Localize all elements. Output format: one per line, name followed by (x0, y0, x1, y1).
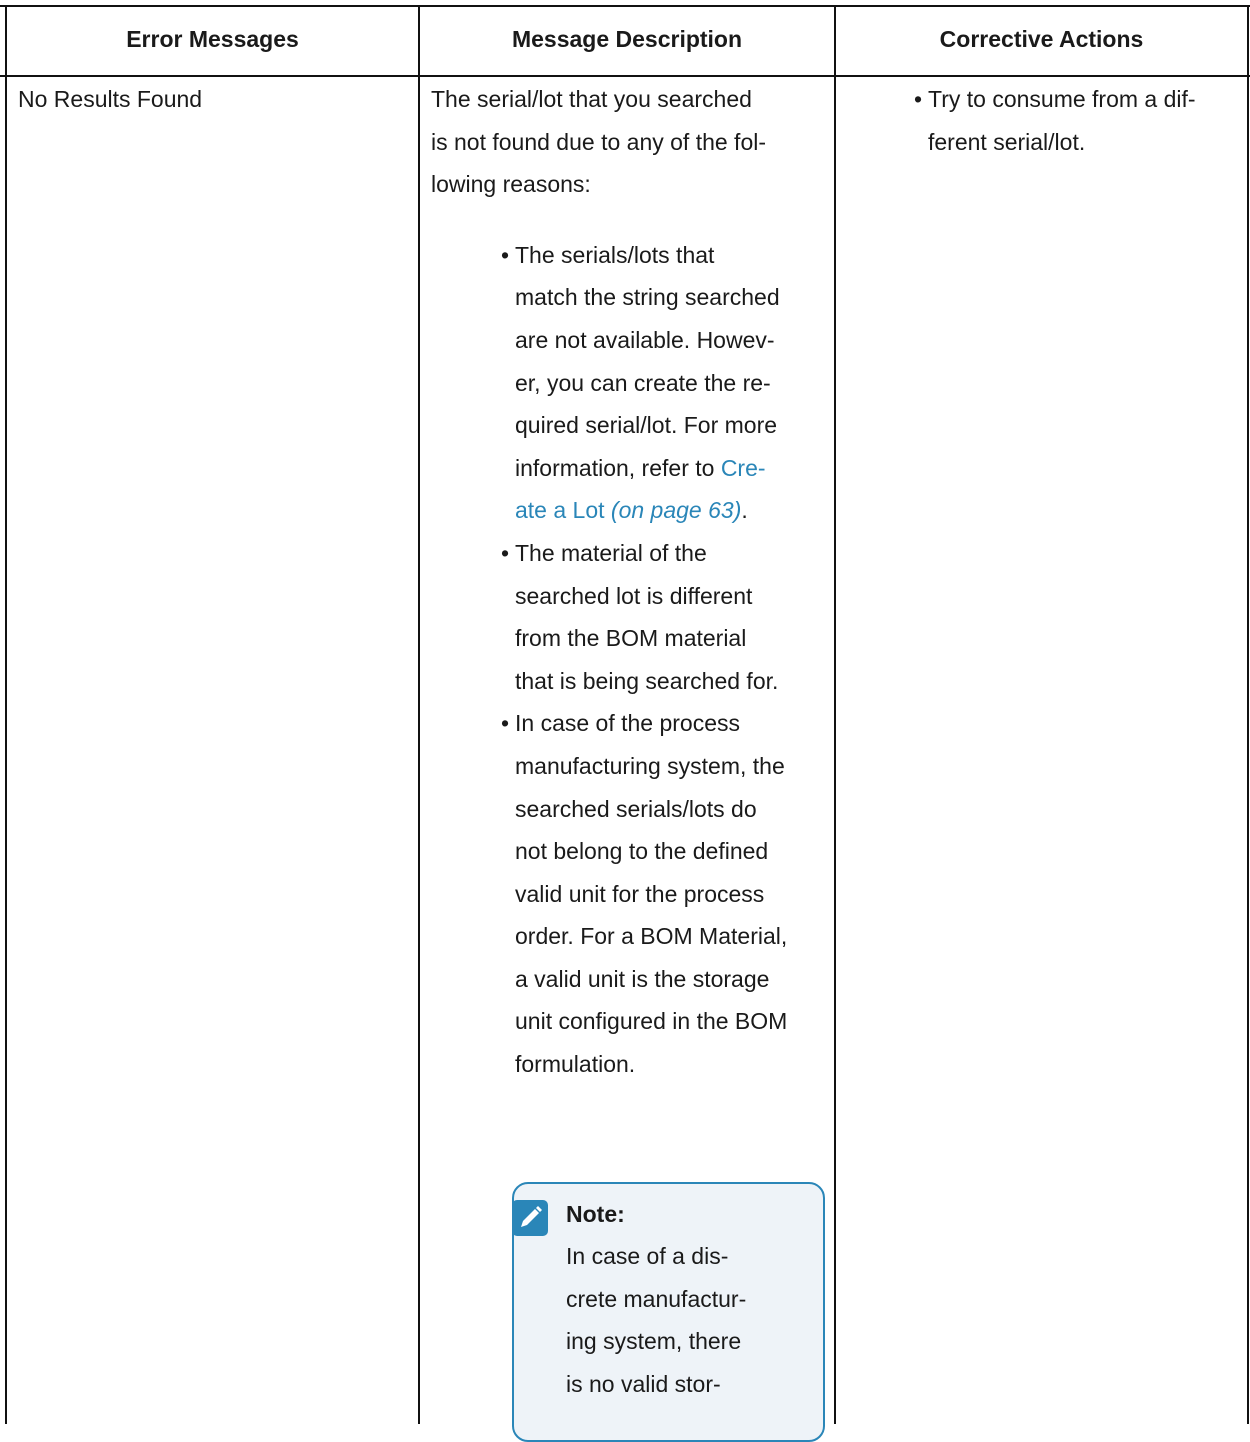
reason-line: order. For a BOM Material, (515, 923, 788, 950)
reason-line: searched serials/lots do (515, 795, 757, 822)
note-line: ing system, there (566, 1328, 742, 1355)
create-lot-link-cont[interactable]: ate a Lot (on page 63) (515, 497, 741, 523)
description-cell: The serial/lot that you searched is not … (431, 78, 831, 1086)
intro-line: The serial/lot that you searched (431, 86, 752, 112)
table-right-border (1247, 5, 1249, 1424)
note-line: In case of a dis- (566, 1243, 729, 1269)
header-bottom-border (0, 75, 1250, 77)
reason-line: match the string searched (515, 284, 780, 311)
header-corrective-actions: Corrective Actions (939, 26, 1144, 52)
reasons-list: • The serials/lots that match the string… (431, 234, 831, 1086)
description-intro: The serial/lot that you searched is not … (431, 78, 831, 206)
bullet-glyph: • (501, 539, 510, 566)
corrective-actions-cell: • Try to consume from a dif- ferent seri… (914, 78, 1238, 163)
note-title: Note: (566, 1201, 625, 1227)
reason-line: are not available. Howev- (515, 326, 775, 353)
pencil-note-icon (512, 1200, 548, 1236)
column-divider-1 (418, 5, 420, 1424)
link-text: ate a Lot (515, 497, 605, 524)
error-message-cell: No Results Found (18, 78, 202, 121)
reason-line: information, refer to Cre- (515, 447, 831, 490)
note-line: is no valid stor- (566, 1370, 721, 1397)
error-table: Error Messages Message Description Corre… (0, 0, 1250, 1442)
table-top-border (0, 5, 1250, 7)
error-message-text: No Results Found (18, 86, 203, 112)
header-error-messages: Error Messages (126, 26, 299, 52)
corrective-line: ferent serial/lot. (928, 128, 1086, 155)
intro-line: lowing reasons: (431, 171, 591, 198)
reason-line: that is being searched for. (515, 667, 779, 694)
bullet-glyph: • (501, 241, 510, 268)
reason-line: er, you can create the re- (515, 369, 771, 396)
reason-line: quired serial/lot. For more (515, 412, 778, 439)
create-lot-link[interactable]: Cre- (721, 455, 766, 481)
reason-item-2: • The material of the searched lot is di… (501, 532, 831, 702)
reason-line: In case of the process (515, 710, 741, 737)
reason-line: valid unit for the process (515, 880, 765, 907)
reason-line: searched lot is different (515, 582, 753, 609)
reason-line: from the BOM material (515, 625, 747, 652)
header-message-description: Message Description (511, 26, 743, 52)
reason-line: a valid unit is the storage (515, 965, 770, 992)
reason-line: The serials/lots that (515, 241, 715, 268)
reason-line: The material of the (515, 539, 707, 566)
table-left-border (5, 5, 7, 1424)
link-page-ref: (on page 63) (610, 497, 742, 524)
link-prefix: information, refer to (515, 454, 721, 481)
reason-line: unit configured in the BOM (515, 1008, 788, 1035)
reason-line: not belong to the defined (515, 838, 769, 865)
intro-line: is not found due to any of the fol- (431, 128, 767, 155)
reason-line: formulation. (515, 1051, 636, 1078)
reason-line: manufacturing system, the (515, 752, 785, 779)
note-body: In case of a dis- crete manufactur- ing … (566, 1235, 816, 1405)
bullet-glyph: • (501, 710, 510, 737)
note-line: crete manufactur- (566, 1285, 747, 1312)
bullet-glyph: • (914, 86, 923, 112)
reason-item-1: • The serials/lots that match the string… (501, 234, 831, 532)
column-divider-2 (834, 5, 836, 1424)
reason-line: ate a Lot (on page 63). (515, 489, 831, 532)
reason-item-3: • In case of the process manufacturing s… (501, 702, 831, 1085)
corrective-list: • Try to consume from a dif- ferent seri… (914, 78, 1238, 163)
corrective-line: Try to consume from a dif- (928, 86, 1196, 112)
corrective-item: • Try to consume from a dif- ferent seri… (914, 78, 1238, 163)
link-suffix: . (741, 497, 748, 524)
